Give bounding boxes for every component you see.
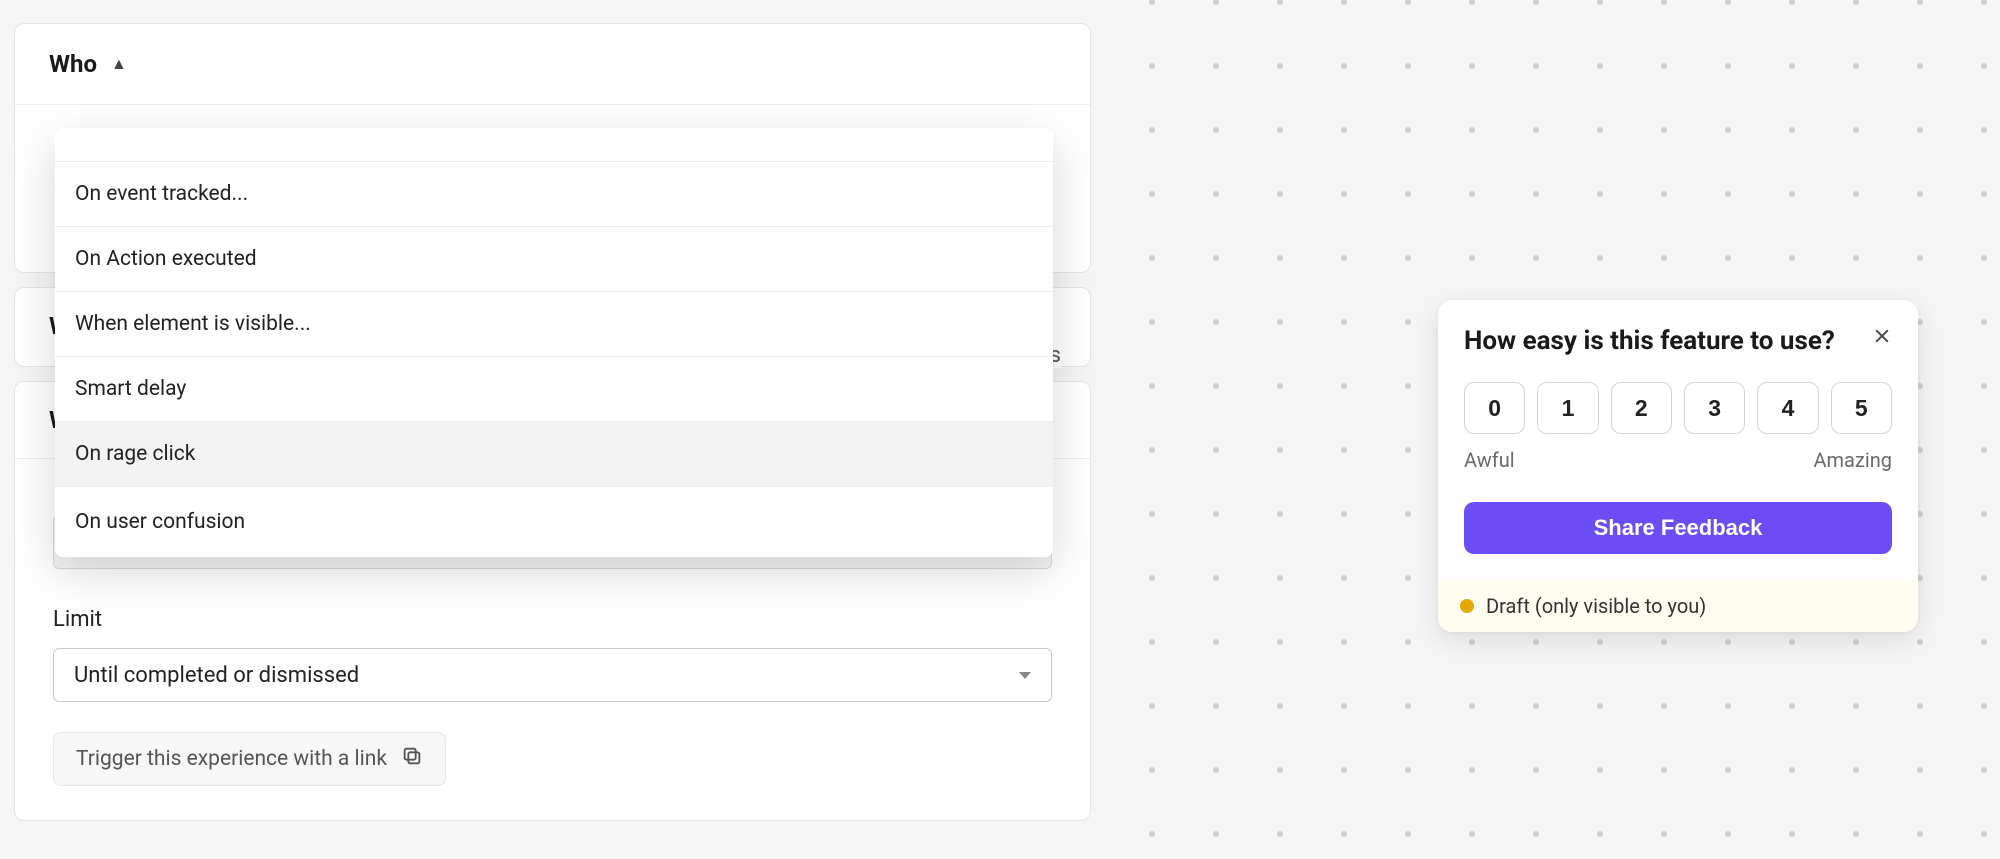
- dropdown-item-label: On user confusion: [75, 510, 245, 534]
- rating-label: 0: [1488, 395, 1501, 422]
- rating-scale-labels: Awful Amazing: [1464, 448, 1892, 472]
- rating-button-0[interactable]: 0: [1464, 382, 1525, 434]
- draft-strip-label: Draft (only visible to you): [1486, 594, 1706, 618]
- rating-label: 3: [1708, 395, 1721, 422]
- dropdown-item[interactable]: Smart delay: [55, 357, 1053, 422]
- share-feedback-label: Share Feedback: [1594, 515, 1763, 540]
- dropdown-item-label: On event tracked...: [75, 182, 248, 206]
- draft-strip: Draft (only visible to you): [1438, 580, 1918, 632]
- dropdown-item[interactable]: On Action executed: [55, 227, 1053, 292]
- rating-button-3[interactable]: 3: [1684, 382, 1745, 434]
- rating-label: 2: [1635, 395, 1648, 422]
- dropdown-item[interactable]: When element is visible...: [55, 292, 1053, 357]
- panel-who-header[interactable]: Who ▲: [15, 24, 1090, 104]
- limit-select-value: Until completed or dismissed: [74, 663, 359, 688]
- panel-who-title: Who: [49, 50, 97, 78]
- preview-canvas: How easy is this feature to use? 0 1 2 3…: [1108, 0, 2000, 859]
- dropdown-item-label: On rage click: [75, 442, 195, 466]
- rating-row: 0 1 2 3 4 5: [1464, 382, 1892, 434]
- dropdown-item-label: When element is visible...: [75, 312, 311, 336]
- trigger-link-button[interactable]: Trigger this experience with a link: [53, 732, 446, 786]
- dropdown-item-label: On Action executed: [75, 247, 257, 271]
- rating-button-1[interactable]: 1: [1537, 382, 1598, 434]
- status-dot-icon: [1460, 599, 1474, 613]
- limit-label: Limit: [53, 607, 1052, 632]
- chevron-up-icon: ▲: [111, 54, 127, 74]
- rating-high-label: Amazing: [1813, 448, 1892, 472]
- feedback-card: How easy is this feature to use? 0 1 2 3…: [1438, 300, 1918, 632]
- dropdown-item[interactable]: [55, 128, 1053, 162]
- dropdown-item-label: Smart delay: [75, 377, 186, 401]
- rating-low-label: Awful: [1464, 448, 1515, 472]
- rating-button-5[interactable]: 5: [1831, 382, 1892, 434]
- trigger-dropdown-menu: On event tracked... On Action executed W…: [55, 128, 1053, 557]
- rating-button-4[interactable]: 4: [1757, 382, 1818, 434]
- feedback-title: How easy is this feature to use?: [1464, 326, 1835, 356]
- rating-label: 1: [1562, 395, 1575, 422]
- close-icon: [1872, 331, 1892, 350]
- dropdown-item[interactable]: On rage click: [55, 422, 1053, 487]
- copy-icon: [401, 745, 423, 773]
- share-feedback-button[interactable]: Share Feedback: [1464, 502, 1892, 554]
- trigger-link-label: Trigger this experience with a link: [76, 747, 387, 771]
- rating-label: 4: [1782, 395, 1795, 422]
- dropdown-item[interactable]: On event tracked...: [55, 162, 1053, 227]
- chevron-down-icon: [1019, 672, 1031, 679]
- rating-button-2[interactable]: 2: [1611, 382, 1672, 434]
- limit-select[interactable]: Until completed or dismissed: [53, 648, 1052, 702]
- dropdown-item[interactable]: On user confusion: [55, 487, 1053, 557]
- close-button[interactable]: [1872, 326, 1892, 346]
- rating-label: 5: [1855, 395, 1868, 422]
